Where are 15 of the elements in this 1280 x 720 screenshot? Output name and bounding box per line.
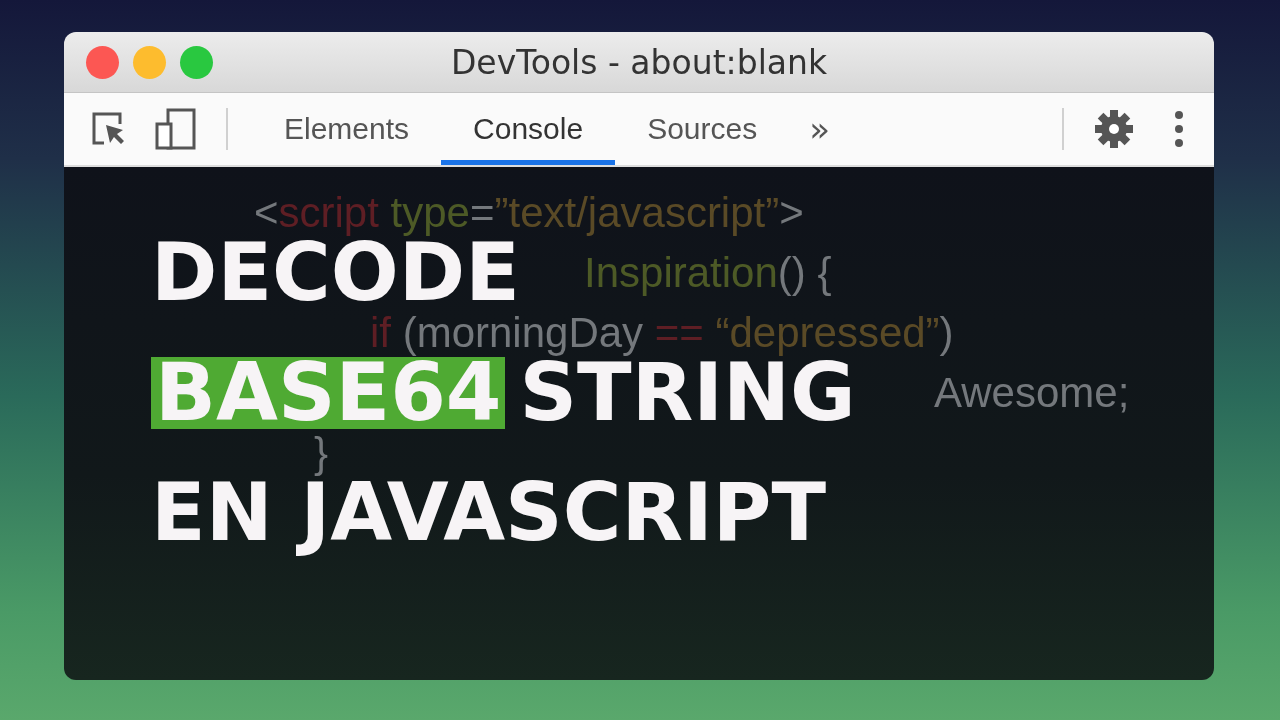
code-line: } [314,429,329,477]
close-button[interactable] [86,45,119,79]
code-line: Awesome; [934,369,1130,417]
code-line: Inspiration() { [584,249,832,297]
code-line: if (morningDay == “depressed”) [370,309,954,357]
code-line: <script type=”text/javascript”> [254,189,804,237]
more-tabs-button[interactable]: » [789,109,850,149]
panel-tab[interactable]: Sources [615,93,790,165]
settings-icon[interactable] [1094,109,1134,149]
device-icon[interactable] [154,108,198,150]
panel-tab[interactable]: Elements [252,93,442,165]
inspect-icon[interactable] [90,110,126,148]
window-title: DevTools - about:blank [450,42,828,82]
headline-text: BASE64 [151,357,506,429]
more-options-icon[interactable] [1174,110,1184,148]
